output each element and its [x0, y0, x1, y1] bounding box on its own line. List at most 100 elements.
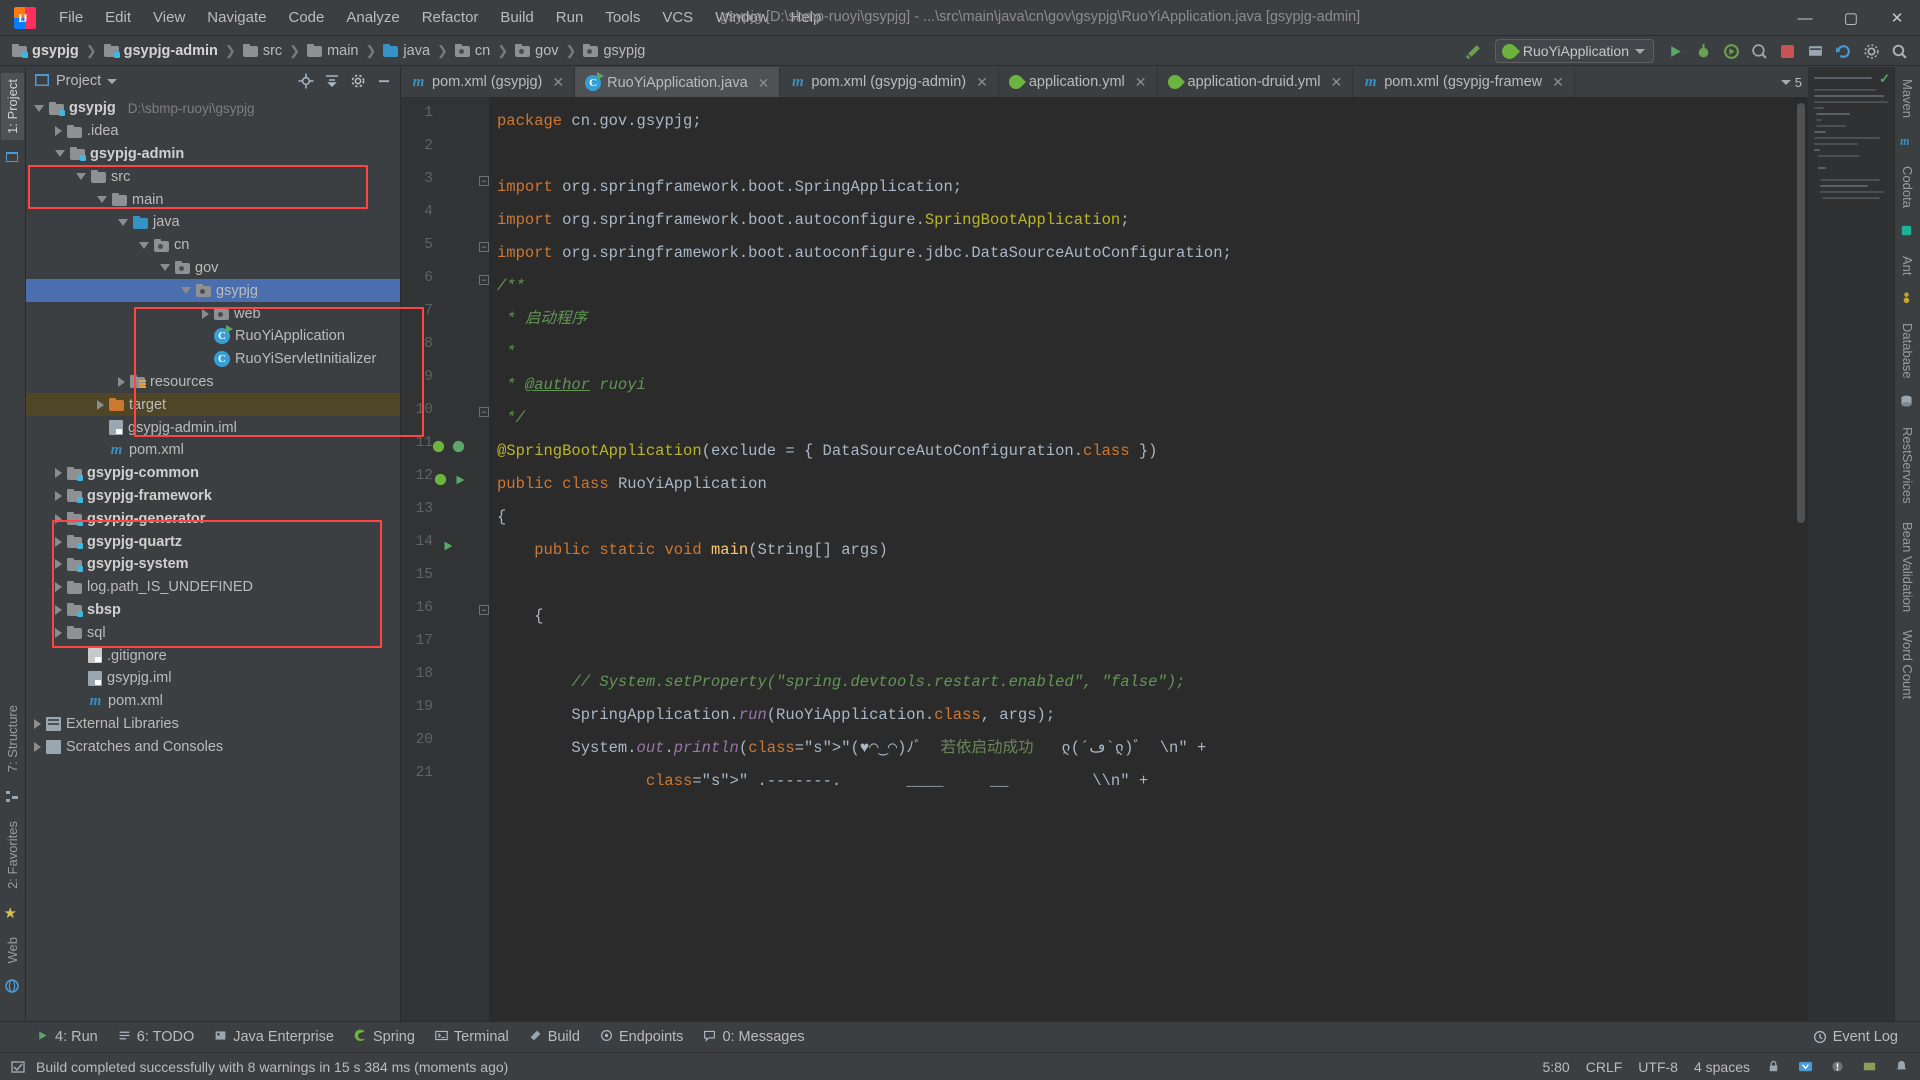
main-menu[interactable]: File Edit View Navigate Code Analyze Refactor B…	[48, 5, 832, 30]
run-gutter-icon[interactable]	[453, 473, 467, 492]
tree-item-gsypjg-admin-iml[interactable]: gsypjg-admin.iml	[26, 416, 400, 439]
tree-item-gsypjg-quartz[interactable]: gsypjg-quartz	[26, 530, 400, 553]
close-icon[interactable]: ✕	[1552, 74, 1564, 91]
fold-marker-imports-end[interactable]: −	[479, 242, 489, 252]
menu-item-edit[interactable]: Edit	[94, 5, 142, 30]
breadcrumb-item-src[interactable]: src	[241, 42, 284, 60]
menu-item-view[interactable]: View	[142, 5, 196, 30]
breadcrumb-item-main[interactable]: main	[305, 42, 360, 60]
run-with-coverage-icon[interactable]	[1718, 39, 1744, 63]
tree-toggle-down-icon[interactable]	[160, 264, 170, 272]
menu-item-navigate[interactable]: Navigate	[196, 5, 277, 30]
tree-item--idea[interactable]: .idea	[26, 120, 400, 143]
editor-tab-application-druid-yml[interactable]: application-druid.yml ✕	[1158, 67, 1354, 97]
left-tool-rail[interactable]: 1: Project 7: Structure 2: Favorites ★ W…	[0, 67, 26, 1021]
breadcrumb-item-cn[interactable]: cn	[453, 42, 492, 60]
tree-item-src[interactable]: src	[26, 165, 400, 188]
tree-toggle-down-icon[interactable]	[118, 218, 128, 226]
tree-item-pom-xml[interactable]: m pom.xml	[26, 439, 400, 462]
git-branch-icon[interactable]	[1798, 1059, 1814, 1075]
bottom-tool-4-run[interactable]: 4: Run	[26, 1025, 108, 1050]
event-log-button[interactable]: Event Log	[1803, 1025, 1908, 1049]
bottom-tool-bar[interactable]: 4: Run 6: TODO Java Enterprise Spring Termin…	[0, 1021, 1920, 1052]
run-configuration-selector[interactable]: RuoYiApplication	[1494, 39, 1654, 63]
lock-icon[interactable]	[1766, 1059, 1782, 1075]
tree-toggle-right-icon[interactable]	[34, 718, 41, 729]
bottom-tool-spring[interactable]: Spring	[344, 1025, 425, 1050]
line-separator[interactable]: CRLF	[1586, 1059, 1623, 1075]
close-icon[interactable]: ✕	[976, 74, 988, 91]
bottom-tool-6-todo[interactable]: 6: TODO	[108, 1025, 204, 1050]
build-project-icon[interactable]	[1802, 39, 1828, 63]
code-editor[interactable]: 1 2 3 4 5 6 7 8 9 10 11 12 13 14 15 16 17 18 19 20 21− − − − − p…	[401, 97, 1808, 1021]
event-log-area[interactable]: Event Log	[1803, 1025, 1920, 1049]
tree-item-cn[interactable]: cn	[26, 234, 400, 257]
profile-icon[interactable]	[1746, 39, 1772, 63]
memory-icon[interactable]	[1862, 1059, 1878, 1075]
chevron-down-icon[interactable]	[1780, 79, 1791, 85]
menu-item-analyze[interactable]: Analyze	[335, 5, 410, 30]
run-icon[interactable]	[1662, 39, 1688, 63]
hide-icon[interactable]	[374, 71, 394, 91]
close-icon[interactable]: ✕	[758, 75, 770, 92]
sidebar-item-ant[interactable]: Ant	[1896, 250, 1919, 282]
tree-item-pom-xml[interactable]: m pom.xml	[26, 690, 400, 713]
tree-item-gsypjg[interactable]: gsypjg D:\sbmp-ruoyi\gsypjg	[26, 97, 400, 120]
editor-minimap[interactable]: ✓	[1808, 67, 1894, 1021]
sidebar-item-wordcount[interactable]: Word Count	[1896, 624, 1919, 705]
tree-toggle-right-icon[interactable]	[55, 513, 62, 524]
project-panel-header[interactable]: Project	[26, 67, 400, 95]
collapse-all-icon[interactable]	[322, 71, 342, 91]
spring-bean-gutter-icon[interactable]	[431, 439, 446, 459]
editor-tab-pom-xml-gsypjg-[interactable]: m pom.xml (gsypjg) ✕	[401, 67, 576, 97]
update-icon[interactable]	[1830, 39, 1856, 63]
close-button[interactable]: ✕	[1874, 0, 1920, 36]
caret-position[interactable]: 5:80	[1542, 1059, 1569, 1075]
maximize-button[interactable]: ▢	[1828, 0, 1874, 36]
right-tool-rail[interactable]: Maven m Codota Ant Database RestServices…	[1894, 67, 1920, 1021]
sidebar-item-structure[interactable]: 7: Structure	[1, 699, 24, 778]
gear-icon[interactable]	[348, 71, 368, 91]
tree-item-sbsp[interactable]: sbsp	[26, 599, 400, 622]
breadcrumb-item-gsypjg[interactable]: gsypjg	[581, 42, 647, 60]
main-toolbar[interactable]: RuoYiApplication	[1461, 36, 1912, 66]
menu-item-vcs[interactable]: VCS	[651, 5, 704, 30]
settings-icon[interactable]	[1858, 39, 1884, 63]
breadcrumb-item-gsypjg-admin[interactable]: gsypjg-admin	[102, 42, 220, 60]
stop-icon[interactable]	[1774, 39, 1800, 63]
tree-item-gsypjg[interactable]: gsypjg	[26, 279, 400, 303]
tree-toggle-right-icon[interactable]	[55, 627, 62, 638]
code-content[interactable]: package cn.gov.gsypjg; import org.spring…	[489, 97, 1808, 1021]
tree-toggle-right-icon[interactable]	[118, 376, 125, 387]
sidebar-item-restservices[interactable]: RestServices	[1896, 421, 1919, 510]
tree-item-ruoyiservletinitializer[interactable]: C RuoYiServletInitializer	[26, 348, 400, 371]
fold-marker-javadoc-end[interactable]: −	[479, 407, 489, 417]
indent-setting[interactable]: 4 spaces	[1694, 1059, 1750, 1075]
tree-item-log-path-is-undefined[interactable]: log.path_IS_UNDEFINED	[26, 576, 400, 599]
bottom-tool-endpoints[interactable]: Endpoints	[590, 1025, 694, 1050]
editor-tab-pom-xml-gsypjg-admin-[interactable]: m pom.xml (gsypjg-admin) ✕	[780, 67, 999, 97]
minimize-button[interactable]: —	[1782, 0, 1828, 36]
tree-toggle-right-icon[interactable]	[97, 399, 104, 410]
editor-tab-ruoyiapplication-java[interactable]: C RuoYiApplication.java ✕	[575, 67, 781, 97]
tree-toggle-right-icon[interactable]	[55, 604, 62, 615]
tree-item--gitignore[interactable]: .gitignore	[26, 644, 400, 667]
tree-item-sql[interactable]: sql	[26, 621, 400, 644]
tree-toggle-right-icon[interactable]	[202, 308, 209, 319]
editor-tab-application-yml[interactable]: application.yml ✕	[999, 67, 1158, 97]
chevron-down-icon[interactable]	[1635, 48, 1645, 54]
status-bar-right[interactable]: 5:80 CRLF UTF-8 4 spaces	[1542, 1059, 1910, 1075]
tree-item-java[interactable]: java	[26, 211, 400, 234]
tree-toggle-down-icon[interactable]	[34, 104, 44, 112]
breadcrumb-bar[interactable]: gsypjg ❯ gsypjg-admin ❯ src ❯ main ❯ java ❯ cn ❯ gov…	[0, 36, 1920, 66]
build-icon[interactable]	[1461, 39, 1487, 63]
menu-item-tools[interactable]: Tools	[594, 5, 651, 30]
tree-item-main[interactable]: main	[26, 188, 400, 211]
editor-scrollbar[interactable]	[1797, 103, 1805, 523]
sidebar-item-database[interactable]: Database	[1896, 317, 1919, 385]
tab-overflow-button[interactable]: 5	[1774, 67, 1808, 97]
editor-tab-bar[interactable]: m pom.xml (gsypjg) ✕ C RuoYiApplication.java…	[401, 67, 1808, 97]
fold-marker-imports[interactable]: −	[479, 176, 489, 186]
fold-marker-javadoc[interactable]: −	[479, 275, 489, 285]
breadcrumb-item-gsypjg[interactable]: gsypjg	[10, 42, 81, 60]
